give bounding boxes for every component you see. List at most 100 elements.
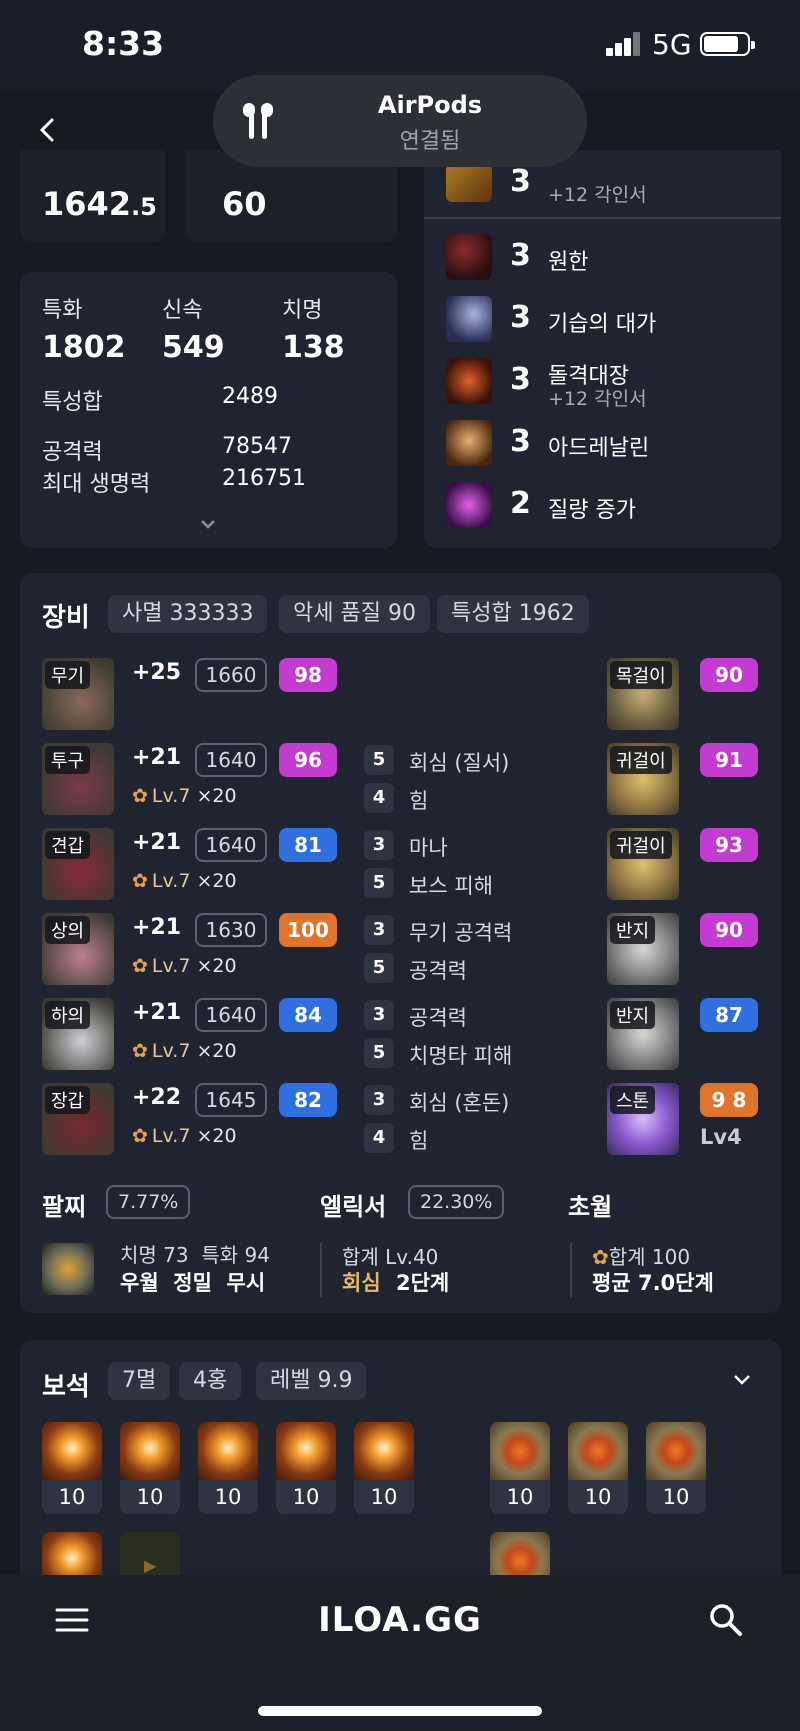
- gem-level: 10: [568, 1480, 628, 1514]
- engraving-sub: +12 각인서: [548, 184, 647, 206]
- raid-captain-icon: [446, 358, 492, 404]
- play-icon: ▶: [144, 1556, 157, 1575]
- elixir-multiplier: ×20: [196, 870, 237, 892]
- crimson-gem[interactable]: 10: [646, 1422, 706, 1514]
- accessory-quality-badge: 90: [700, 913, 758, 947]
- gear-thumb[interactable]: 장갑: [42, 1083, 114, 1155]
- engraving-row-mass-increase[interactable]: 2 질량 증가: [446, 482, 766, 534]
- stat-sum-label: 특성합: [42, 390, 103, 415]
- crimson-gem[interactable]: 10: [490, 1422, 550, 1514]
- item-level-decimal: .5: [131, 193, 157, 221]
- expand-chevron-icon[interactable]: [196, 516, 220, 534]
- accessory-quality-badge: 87: [700, 998, 758, 1032]
- elixir-multiplier: ×20: [196, 1040, 237, 1062]
- back-chevron-icon[interactable]: [30, 112, 66, 148]
- engraving-row-ambush[interactable]: 3 기습의 대가: [446, 296, 766, 348]
- elixir-option-name: 공격력: [409, 959, 467, 983]
- engraving-level: 2: [510, 486, 531, 521]
- elixir-option-level: 5: [364, 745, 394, 775]
- ambush-icon: [446, 296, 492, 342]
- engraving-level: 3: [510, 300, 531, 335]
- elixir-option-level: 4: [364, 1123, 394, 1153]
- gear-elixir-level: ✿ Lv.7 ×20: [132, 955, 237, 977]
- gems-card: 보석 7멸 4홍 레벨 9.9 10 10 10 10 10 10 10 10 ▶: [20, 1340, 781, 1600]
- attack-power-value: 78547: [222, 434, 292, 459]
- annihilation-gem-icon: [42, 1422, 102, 1480]
- elixir-option-level: 3: [364, 915, 394, 945]
- engraving-row-adrenaline[interactable]: 3 아드레날린: [446, 420, 766, 472]
- gems-title: 보석: [42, 1372, 90, 1402]
- gear-quality-badge: 98: [279, 658, 337, 692]
- elixir-option-name: 마나: [409, 836, 448, 860]
- gear-thumb[interactable]: 견갑: [42, 828, 114, 900]
- accessory-thumb[interactable]: 스톤: [607, 1083, 679, 1155]
- bracelet-stats: 치명 73 특화 94: [120, 1243, 270, 1267]
- gear-quality-badge: 96: [279, 743, 337, 777]
- airpods-banner[interactable]: AirPods 연결됨: [213, 75, 587, 167]
- gear-thumb[interactable]: 투구: [42, 743, 114, 815]
- gear-thumb[interactable]: 하의: [42, 998, 114, 1070]
- accessory-thumb[interactable]: 귀걸이: [607, 743, 679, 815]
- mass-increase-icon: [446, 482, 492, 528]
- gear-item-level: 1645: [195, 1083, 267, 1117]
- elixir-title: 엘릭서: [320, 1193, 387, 1221]
- gems-tag: 4홍: [179, 1362, 242, 1400]
- gear-thumb[interactable]: 상의: [42, 913, 114, 985]
- lotus-icon: ✿: [132, 1125, 148, 1147]
- engraving-row-raid-captain[interactable]: 3 돌격대장 +12 각인서: [446, 358, 766, 410]
- gear-item-level: 1660: [195, 658, 267, 692]
- stat-crit: 치명 138: [282, 292, 345, 365]
- elixir-level: Lv.7: [151, 870, 191, 892]
- gear-upgrade-level: +21: [132, 1000, 182, 1025]
- annihilation-gem[interactable]: 10: [198, 1422, 258, 1514]
- gems-tag: 7멸: [108, 1362, 171, 1400]
- lotus-icon: ✿: [592, 1245, 609, 1269]
- annihilation-gem[interactable]: 10: [354, 1422, 414, 1514]
- accessory-thumb[interactable]: 반지: [607, 998, 679, 1070]
- elixir-level: Lv.7: [151, 1125, 191, 1147]
- accessory-thumb[interactable]: 귀걸이: [607, 828, 679, 900]
- engraving-row-grudge[interactable]: 3 원한: [446, 234, 766, 286]
- site-logo[interactable]: ILOA.GG: [0, 1600, 800, 1640]
- network-type: 5G: [652, 28, 692, 61]
- accessory-thumb[interactable]: 목걸이: [607, 658, 679, 730]
- engraving-level: 3: [510, 424, 531, 459]
- transcend-avg: 평균 7.0단계: [592, 1271, 714, 1295]
- accessory-thumb[interactable]: 반지: [607, 913, 679, 985]
- gem-level: 10: [646, 1480, 706, 1514]
- elixir-option-name: 보스 피해: [409, 874, 493, 898]
- search-icon[interactable]: [708, 1602, 744, 1638]
- annihilation-gem[interactable]: 10: [120, 1422, 180, 1514]
- equipment-tag: 악세 품질 90: [279, 595, 430, 633]
- gear-upgrade-level: +21: [132, 915, 182, 940]
- gear-thumb[interactable]: 무기: [42, 658, 114, 730]
- elixir-set-level: 2단계: [395, 1271, 450, 1295]
- collapse-chevron-icon[interactable]: [730, 1370, 754, 1390]
- bracelet-icon[interactable]: [42, 1243, 94, 1295]
- gear-upgrade-level: +21: [132, 830, 182, 855]
- engraving-name: 질량 증가: [548, 498, 636, 523]
- gear-quality-badge: 100: [279, 913, 337, 947]
- item-level-value: 1642.5: [42, 185, 157, 223]
- annihilation-gem-icon: [120, 1422, 180, 1480]
- divider: [570, 1243, 572, 1297]
- annihilation-gem[interactable]: 10: [276, 1422, 336, 1514]
- home-indicator: [258, 1706, 542, 1716]
- annihilation-gem[interactable]: 10: [42, 1422, 102, 1514]
- stat-label: 치명: [282, 298, 323, 323]
- transcend-total-text: 합계 100: [608, 1245, 691, 1269]
- divider: [424, 217, 781, 219]
- gear-slot-label: 견갑: [45, 831, 91, 859]
- lotus-icon: ✿: [132, 955, 148, 977]
- gear-elixir-level: ✿ Lv.7 ×20: [132, 785, 237, 807]
- battery-icon: [700, 32, 755, 56]
- gear-upgrade-level: +21: [132, 745, 182, 770]
- gem-level: 10: [198, 1480, 258, 1514]
- annihilation-gem-icon: [276, 1422, 336, 1480]
- attack-power-label: 공격력: [42, 440, 103, 465]
- accessory-quality-badge: 9 8: [700, 1083, 758, 1117]
- engraving-sub: +12 각인서: [548, 388, 647, 410]
- crimson-gem[interactable]: 10: [568, 1422, 628, 1514]
- gem-level: 10: [490, 1480, 550, 1514]
- elixir-option-name: 힘: [409, 789, 429, 813]
